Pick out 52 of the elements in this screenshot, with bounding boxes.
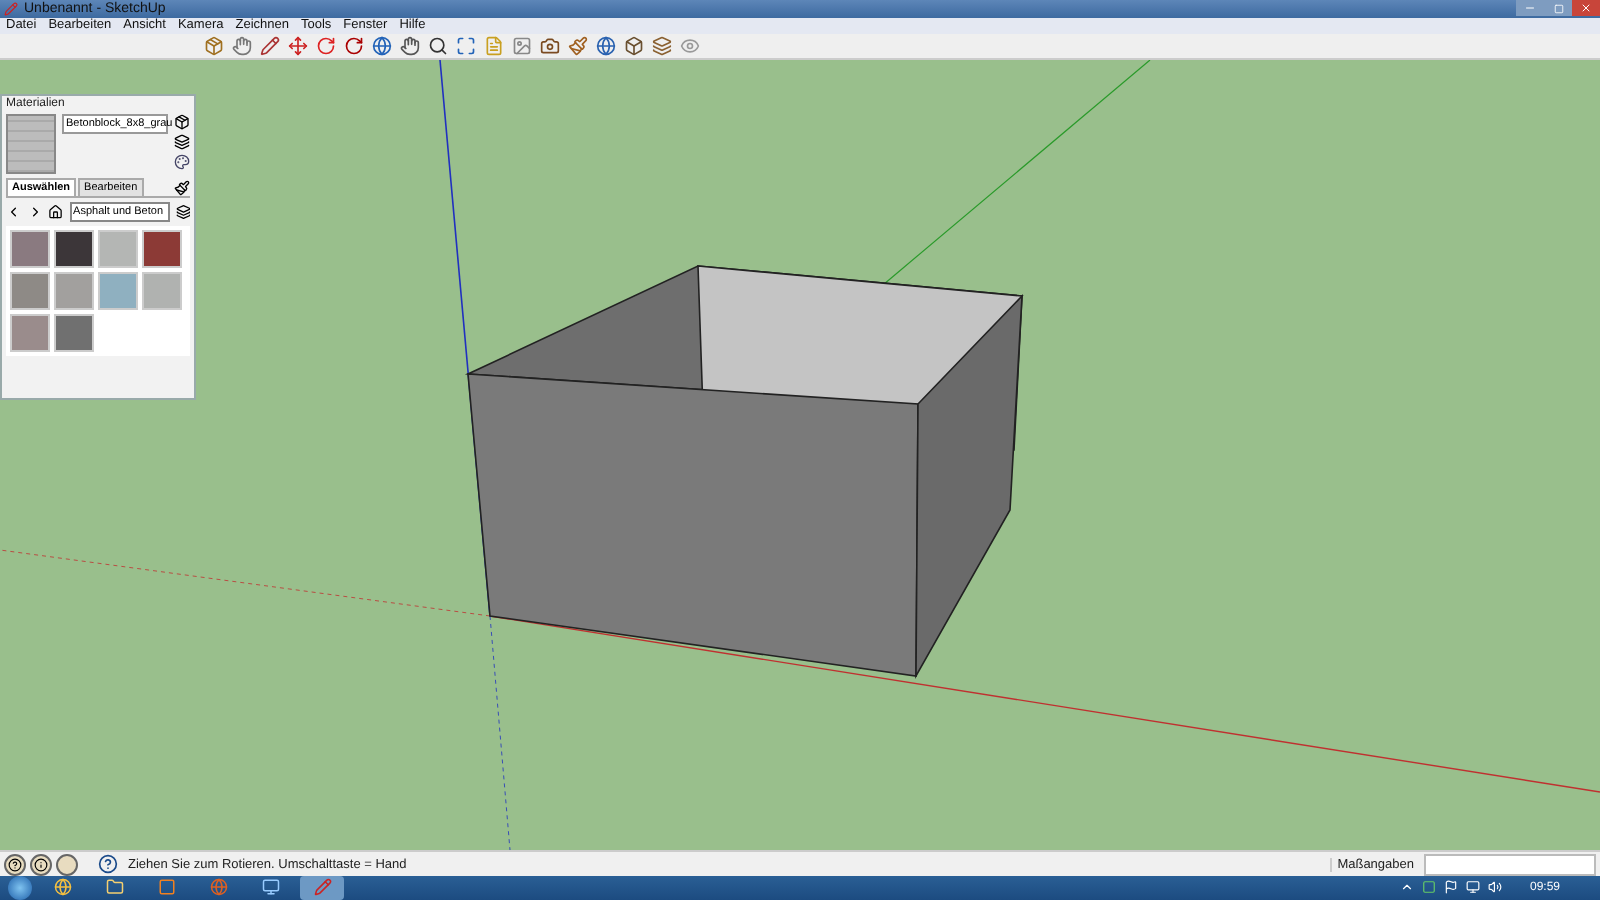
material-swatch[interactable]: [54, 314, 94, 353]
package-icon[interactable]: [174, 114, 190, 131]
monitor-icon[interactable]: [1465, 880, 1480, 895]
pencil-icon[interactable]: [260, 36, 280, 57]
material-swatch[interactable]: [98, 230, 138, 269]
search-icon[interactable]: [428, 36, 448, 57]
move-icon[interactable]: [288, 36, 308, 57]
material-swatch[interactable]: [142, 230, 182, 269]
eyedropper-icon[interactable]: [174, 179, 190, 196]
image-icon[interactable]: [512, 36, 532, 57]
close-button[interactable]: [1572, 0, 1600, 16]
material-swatch[interactable]: [54, 230, 94, 269]
globe-icon[interactable]: [596, 36, 616, 57]
material-swatch[interactable]: [98, 272, 138, 311]
palette-icon[interactable]: [174, 154, 190, 171]
home-icon[interactable]: [48, 204, 64, 221]
pencil-icon: [4, 2, 18, 16]
square-icon[interactable]: [1421, 880, 1436, 895]
layers-icon[interactable]: [175, 204, 191, 221]
rotate-icon[interactable]: [316, 36, 336, 57]
taskbar-button[interactable]: [300, 875, 344, 900]
help-icon[interactable]: [4, 853, 26, 875]
help-icon[interactable]: [98, 854, 118, 874]
rotate-icon[interactable]: [344, 36, 364, 57]
hand-icon[interactable]: [232, 36, 252, 57]
volume-icon[interactable]: [1487, 880, 1502, 895]
globe-icon[interactable]: [53, 878, 71, 897]
close-icon[interactable]: [1580, 2, 1592, 14]
measurements-field[interactable]: [1424, 853, 1596, 875]
monitor-icon[interactable]: [261, 878, 279, 897]
chevron-up-icon[interactable]: [1399, 880, 1414, 895]
paintbrush-icon[interactable]: [568, 36, 588, 57]
maximize-icon[interactable]: [456, 36, 476, 57]
info-icon[interactable]: [30, 853, 52, 875]
material-swatch[interactable]: [10, 230, 50, 269]
flag-icon[interactable]: [1443, 880, 1458, 895]
globe-icon[interactable]: [372, 36, 392, 57]
layers-icon[interactable]: [174, 134, 190, 151]
box-icon[interactable]: [624, 36, 644, 57]
hand-icon[interactable]: [400, 36, 420, 57]
circle-icon[interactable]: [56, 853, 78, 875]
material-swatch[interactable]: [10, 272, 50, 311]
material-preview: [6, 114, 56, 175]
material-swatch[interactable]: [10, 314, 50, 353]
folder-icon[interactable]: [105, 878, 123, 897]
back-icon[interactable]: [6, 204, 22, 221]
camera-icon[interactable]: [540, 36, 560, 57]
square-icon[interactable]: [157, 878, 175, 897]
start-button[interactable]: [8, 875, 32, 900]
forward-icon[interactable]: [27, 204, 43, 221]
material-swatch[interactable]: [54, 272, 94, 311]
material-swatch[interactable]: [142, 272, 182, 311]
